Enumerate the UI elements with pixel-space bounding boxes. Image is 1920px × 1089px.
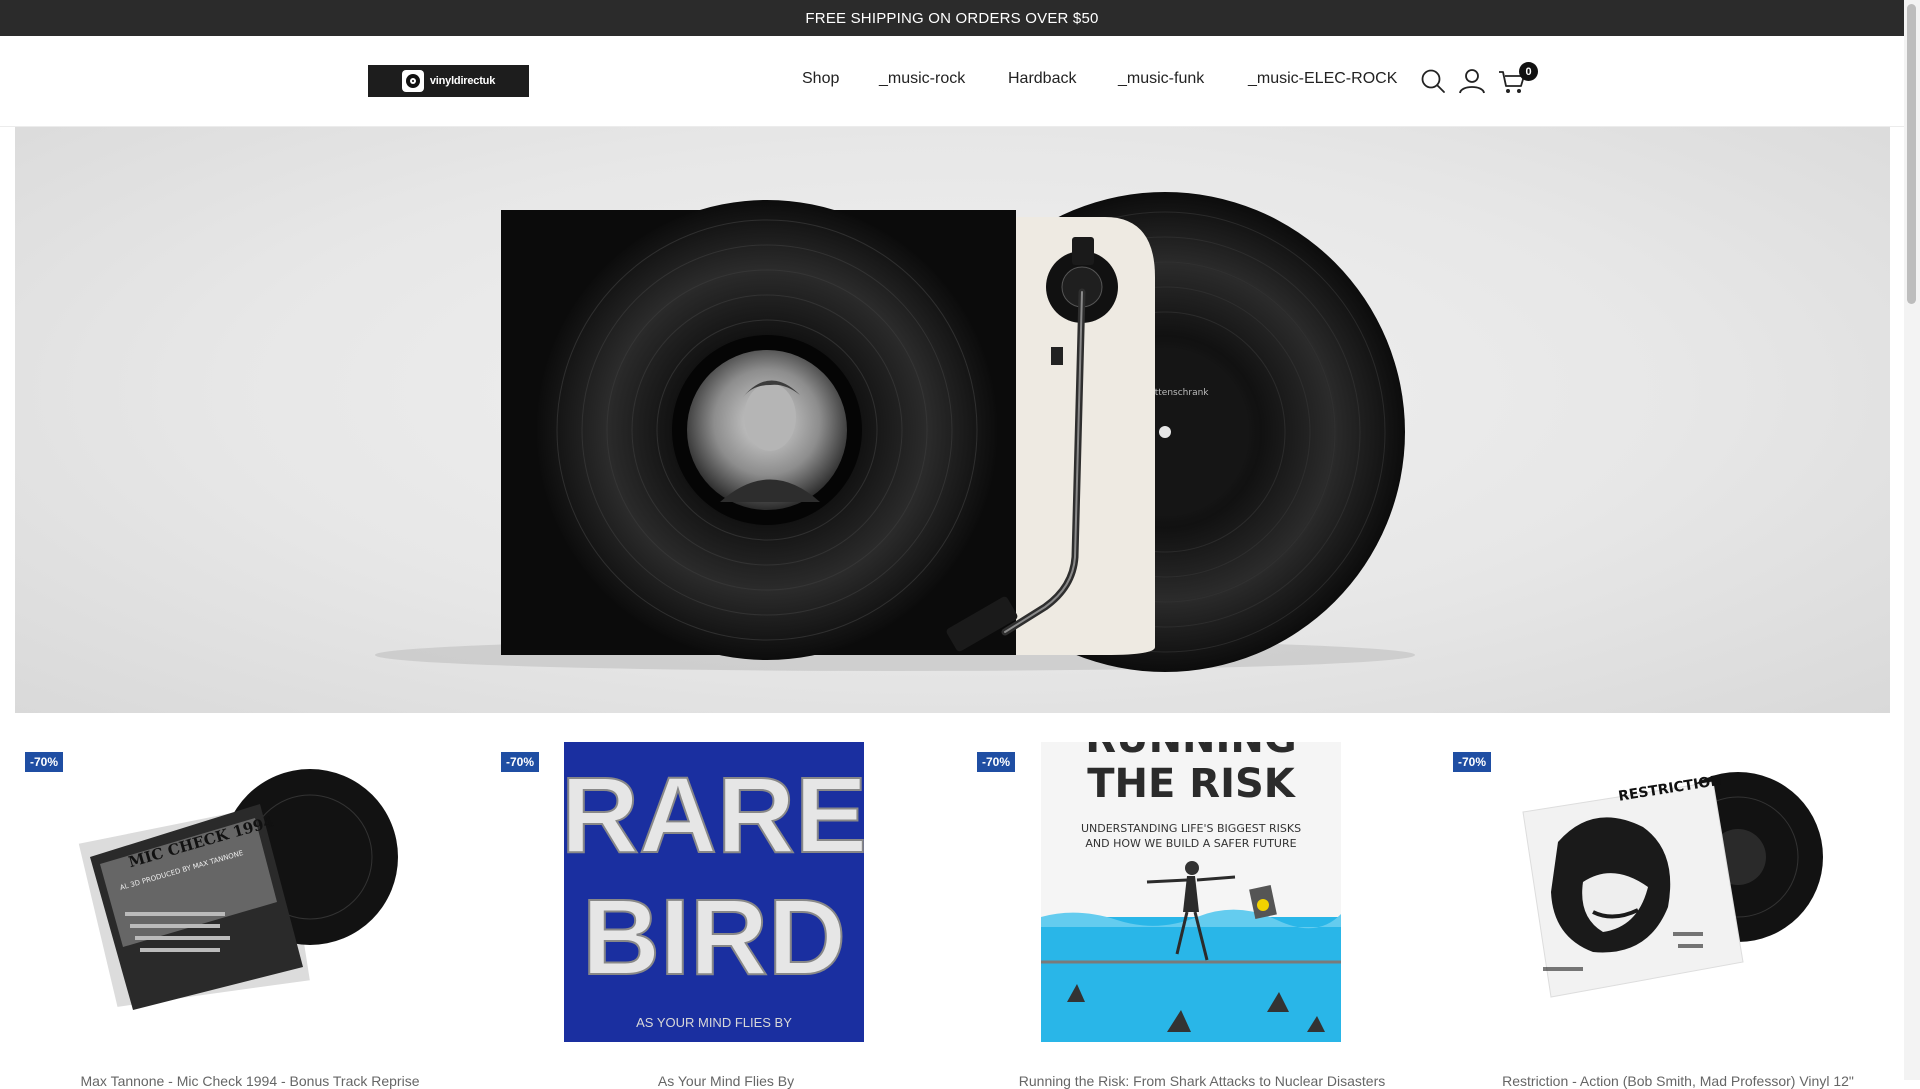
product-title[interactable]: Running the Risk: From Shark Attacks to … [967, 1073, 1437, 1089]
product-image[interactable]: RUNNING THE RISK UNDERSTANDING LIFE'S BI… [967, 716, 1437, 1042]
svg-text:BIRD: BIRD [582, 876, 846, 997]
product-card[interactable]: RESTRICTION -70% Restriction - Action (B… [1443, 742, 1913, 1089]
svg-text:UNDERSTANDING LIFE'S BIGGEST R: UNDERSTANDING LIFE'S BIGGEST RISKS [1081, 822, 1301, 835]
product-image[interactable]: MIC CHECK 1994 AL 3D PRODUCED BY MAX TAN… [15, 742, 485, 1042]
cart-count-badge: 0 [1519, 62, 1538, 81]
announcement-bar: FREE SHIPPING ON ORDERS OVER $50 [0, 0, 1904, 36]
svg-text:AS YOUR MIND FLIES BY: AS YOUR MIND FLIES BY [636, 1015, 792, 1030]
scrollbar-thumb[interactable] [1907, 4, 1916, 304]
product-cover-text: RARE [561, 754, 867, 875]
product-cover-text: RUNNING [1085, 742, 1296, 762]
search-icon[interactable] [1418, 66, 1448, 96]
hero-vinyl-image: plattenschrank [375, 192, 1415, 672]
nav-hardback[interactable]: Hardback [1008, 70, 1076, 88]
discount-badge: -70% [501, 752, 540, 772]
product-card[interactable]: RARE BIRD AS YOUR MIND FLIES BY -70% As … [491, 742, 961, 1089]
product-title[interactable]: Max Tannone - Mic Check 1994 - Bonus Tra… [15, 1073, 485, 1089]
account-icon[interactable] [1457, 66, 1487, 96]
nav-music-funk[interactable]: _music-funk [1118, 70, 1204, 88]
svg-text:THE RISK: THE RISK [1087, 761, 1297, 807]
hero-banner[interactable]: plattenschrank [15, 127, 1890, 713]
svg-text:AND HOW WE BUILD A SAFER FUTUR: AND HOW WE BUILD A SAFER FUTURE [1085, 837, 1296, 850]
product-card[interactable]: MIC CHECK 1994 AL 3D PRODUCED BY MAX TAN… [15, 742, 485, 1089]
vinyl-logo-icon [401, 70, 424, 92]
product-title[interactable]: Restriction - Action (Bob Smith, Mad Pro… [1443, 1073, 1913, 1089]
product-image[interactable]: RARE BIRD AS YOUR MIND FLIES BY [491, 742, 961, 1042]
product-card[interactable]: RUNNING THE RISK UNDERSTANDING LIFE'S BI… [967, 716, 1437, 1089]
nav-music-elec-rock[interactable]: _music-ELEC-ROCK [1248, 70, 1397, 88]
discount-badge: -70% [25, 752, 64, 772]
nav-music-rock[interactable]: _music-rock [879, 70, 965, 88]
site-header: vinyldirectuk Shop _music-rock Hardback … [0, 36, 1904, 127]
product-title[interactable]: As Your Mind Flies By [491, 1073, 961, 1089]
product-image[interactable]: RESTRICTION [1443, 742, 1913, 1042]
logo-text: vinyldirectuk [429, 75, 496, 87]
announcement-text: FREE SHIPPING ON ORDERS OVER $50 [805, 9, 1099, 27]
nav-shop[interactable]: Shop [802, 70, 839, 88]
discount-badge: -70% [1453, 752, 1492, 772]
discount-badge: -70% [977, 752, 1016, 772]
site-logo[interactable]: vinyldirectuk [368, 65, 529, 97]
